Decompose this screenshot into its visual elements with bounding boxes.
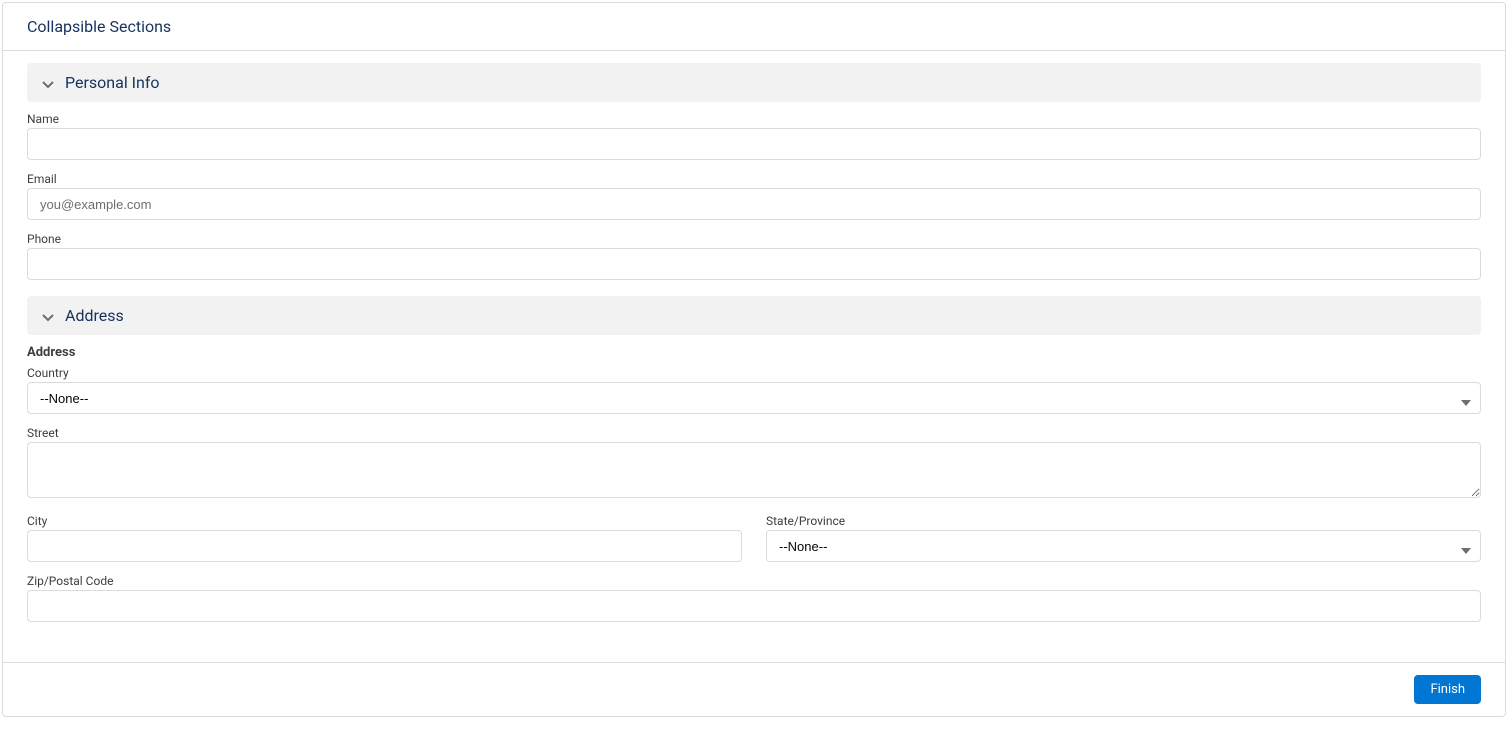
- card-container: Collapsible Sections Personal Info Name …: [2, 2, 1506, 717]
- section-address: Address Address Country --None-- Street …: [27, 296, 1481, 622]
- state-select[interactable]: --None--: [766, 530, 1481, 562]
- section-personal-info: Personal Info Name Email Phone: [27, 63, 1481, 280]
- label-zip: Zip/Postal Code: [27, 574, 1481, 588]
- label-email: Email: [27, 172, 1481, 186]
- section-title-personal-info: Personal Info: [65, 73, 160, 92]
- section-header-address[interactable]: Address: [27, 296, 1481, 335]
- finish-button[interactable]: Finish: [1414, 675, 1481, 704]
- chevron-down-icon: [41, 309, 55, 323]
- address-group-label: Address: [27, 345, 1481, 360]
- card-header: Collapsible Sections: [3, 3, 1505, 51]
- label-city: City: [27, 514, 742, 528]
- row-city-state: City State/Province --None--: [27, 514, 1481, 574]
- form-group-phone: Phone: [27, 232, 1481, 280]
- country-select[interactable]: --None--: [27, 382, 1481, 414]
- phone-input[interactable]: [27, 248, 1481, 280]
- card-footer: Finish: [3, 662, 1505, 716]
- label-state: State/Province: [766, 514, 1481, 528]
- label-country: Country: [27, 366, 1481, 380]
- state-select-wrapper: --None--: [766, 530, 1481, 562]
- form-group-email: Email: [27, 172, 1481, 220]
- form-group-name: Name: [27, 112, 1481, 160]
- zip-input[interactable]: [27, 590, 1481, 622]
- country-select-wrapper: --None--: [27, 382, 1481, 414]
- email-input[interactable]: [27, 188, 1481, 220]
- form-group-street: Street: [27, 426, 1481, 502]
- chevron-down-icon: [41, 76, 55, 90]
- section-title-address: Address: [65, 306, 124, 325]
- label-street: Street: [27, 426, 1481, 440]
- city-input[interactable]: [27, 530, 742, 562]
- card-body: Personal Info Name Email Phone Addres: [3, 51, 1505, 662]
- card-title: Collapsible Sections: [27, 17, 1481, 36]
- label-phone: Phone: [27, 232, 1481, 246]
- form-group-city: City: [27, 514, 742, 562]
- name-input[interactable]: [27, 128, 1481, 160]
- form-group-country: Country --None--: [27, 366, 1481, 414]
- street-input[interactable]: [27, 442, 1481, 498]
- label-name: Name: [27, 112, 1481, 126]
- section-header-personal-info[interactable]: Personal Info: [27, 63, 1481, 102]
- form-group-zip: Zip/Postal Code: [27, 574, 1481, 622]
- form-group-state: State/Province --None--: [766, 514, 1481, 562]
